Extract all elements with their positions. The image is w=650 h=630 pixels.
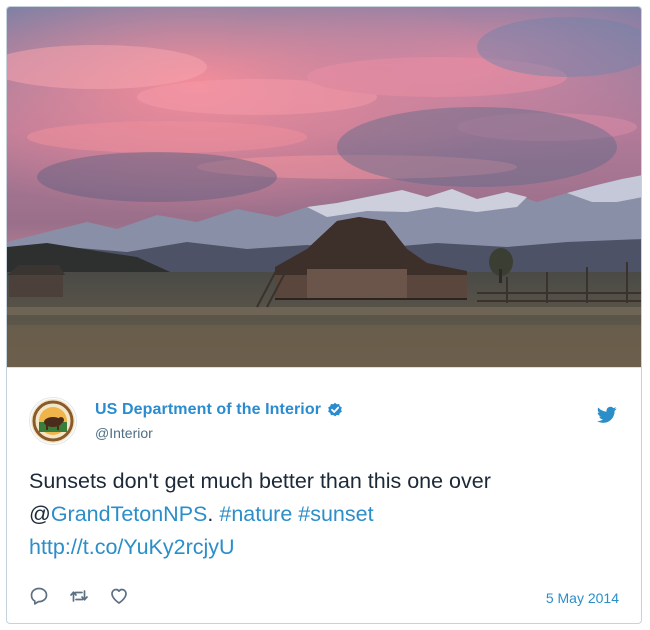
- hashtag-link[interactable]: #nature: [219, 502, 292, 526]
- heart-icon[interactable]: [109, 586, 129, 606]
- account-name[interactable]: US Department of the Interior: [95, 401, 321, 419]
- mention-prefix: @: [29, 502, 51, 526]
- tweet-text-part: .: [207, 502, 214, 526]
- mention-link[interactable]: GrandTetonNPS: [51, 502, 208, 526]
- tweet-photo[interactable]: [7, 7, 641, 368]
- verified-badge-icon: [328, 402, 342, 417]
- tweet-body: US Department of the Interior @Interior …: [7, 368, 641, 623]
- hashtag-link[interactable]: #sunset: [298, 502, 373, 526]
- account-handle[interactable]: @Interior: [95, 425, 153, 441]
- reply-icon[interactable]: [29, 586, 49, 606]
- interior-seal-icon: [31, 399, 75, 443]
- tweet-card: US Department of the Interior @Interior …: [6, 6, 642, 624]
- account-name-row: US Department of the Interior: [95, 401, 343, 419]
- retweet-icon[interactable]: [69, 586, 89, 606]
- url-link[interactable]: http://t.co/YuKy2rcjyU: [29, 535, 235, 559]
- sunset-barn-image: [7, 7, 641, 367]
- tweet-text-part: Sunsets don't get much better than this …: [29, 469, 491, 493]
- avatar[interactable]: [29, 397, 77, 445]
- tweet-date[interactable]: 5 May 2014: [546, 590, 619, 606]
- tweet-actions: [29, 586, 149, 606]
- twitter-bird-icon[interactable]: [597, 406, 617, 424]
- tweet-text: Sunsets don't get much better than this …: [29, 465, 619, 564]
